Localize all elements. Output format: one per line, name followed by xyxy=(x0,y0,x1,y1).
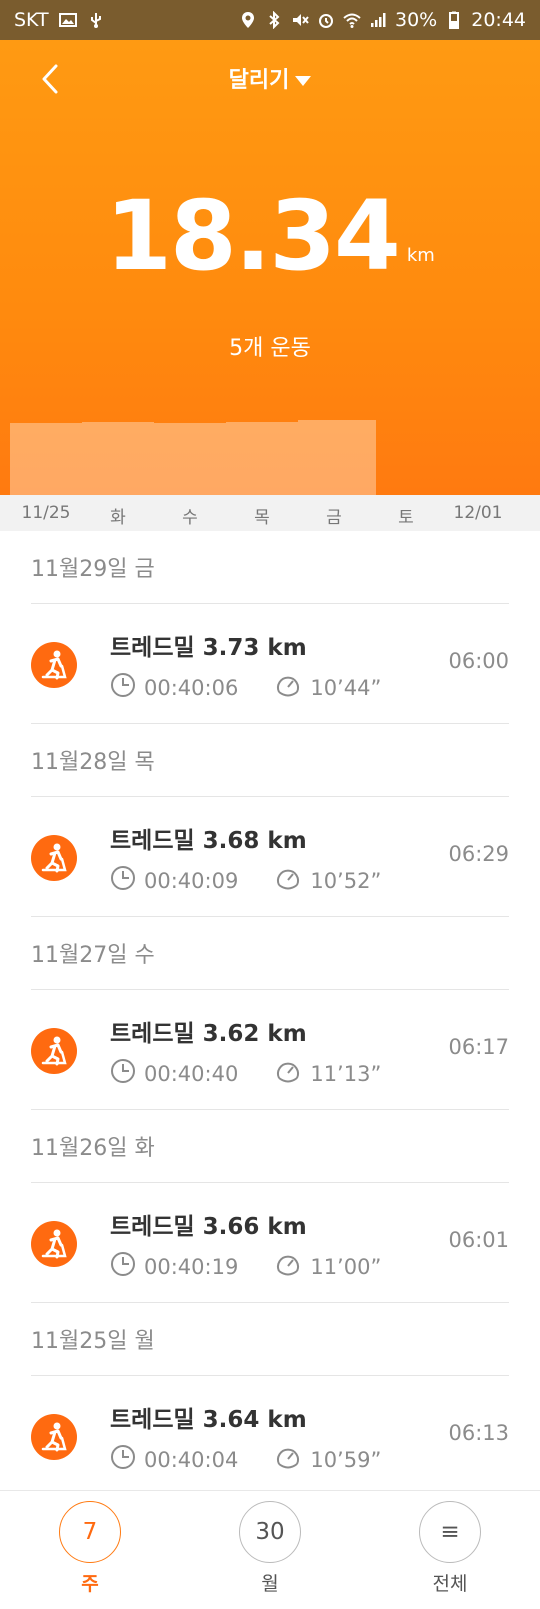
duration-value: 00:40:19 xyxy=(144,1254,239,1279)
battery-icon xyxy=(449,11,460,29)
clock-icon xyxy=(110,1444,136,1475)
start-time: 06:29 xyxy=(448,842,509,866)
pace-value: 11’13” xyxy=(310,1061,382,1086)
bluetooth-icon xyxy=(269,11,280,29)
day-date-label: 11월28일 목 xyxy=(31,750,155,775)
day-header: 11월25일 월 xyxy=(0,1303,540,1375)
pace-icon xyxy=(274,1444,302,1475)
summary-header: 달리기 18.34 km 5개 운동 xyxy=(0,40,540,535)
chart-x-axis: 11/25 화 수 목 금 토 12/01 xyxy=(0,495,540,531)
activity-title: 트레드밀 3.73 km xyxy=(110,635,307,661)
day-header: 11월29일 금 xyxy=(0,531,540,603)
clock-icon xyxy=(110,865,136,896)
caret-down-icon xyxy=(295,76,312,86)
x-tick-label: 12/01 xyxy=(453,503,503,523)
alarm-icon xyxy=(319,14,333,28)
pace-value: 10’59” xyxy=(310,1447,382,1472)
duration-value: 00:40:06 xyxy=(144,675,239,700)
workout-count: 5개 운동 xyxy=(229,336,311,361)
clock: 20:44 xyxy=(471,9,526,31)
mute-icon xyxy=(293,14,309,26)
day-date-label: 11월27일 수 xyxy=(31,943,155,968)
status-bar: SKT 30% 20:44 xyxy=(0,0,540,40)
day-date-label: 11월29일 금 xyxy=(31,557,155,582)
clock-icon xyxy=(110,672,136,703)
activity-meta: 00:40:40 11’13” xyxy=(110,1058,381,1089)
tab-week[interactable]: 7 주 xyxy=(45,1501,135,1596)
treadmill-icon xyxy=(31,835,77,881)
treadmill-icon xyxy=(31,1414,77,1460)
pace-value: 10’52” xyxy=(310,868,382,893)
treadmill-icon xyxy=(31,642,77,688)
activity-meta: 00:40:04 10’59” xyxy=(110,1444,381,1475)
day-date-label: 11월26일 화 xyxy=(31,1136,155,1161)
x-tick-label: 토 xyxy=(398,508,414,528)
activity-item[interactable]: 트레드밀 3.62 km 00:40:40 11’13” 06:17 xyxy=(0,990,540,1109)
pace-icon xyxy=(274,672,302,703)
tab-all[interactable]: ≡ 전체 xyxy=(405,1501,495,1596)
tab-month[interactable]: 30 월 xyxy=(225,1501,315,1596)
day-header: 11월27일 수 xyxy=(0,917,540,989)
clock-icon xyxy=(110,1251,136,1282)
location-icon xyxy=(242,12,254,28)
activity-title: 트레드밀 3.62 km xyxy=(110,1021,307,1047)
day-header: 11월28일 목 xyxy=(0,724,540,796)
activity-meta: 00:40:19 11’00” xyxy=(110,1251,381,1282)
bottom-nav: 7 주 30 월 ≡ 전체 xyxy=(0,1490,540,1609)
activity-item[interactable]: 트레드밀 3.64 km 00:40:04 10’59” 06:13 xyxy=(0,1376,540,1495)
activity-item[interactable]: 트레드밀 3.73 km 00:40:06 10’44” 06:00 xyxy=(0,604,540,723)
duration-value: 00:40:09 xyxy=(144,868,239,893)
wifi-icon xyxy=(343,13,361,28)
activity-item[interactable]: 트레드밀 3.68 km 00:40:09 10’52” 06:29 xyxy=(0,797,540,916)
activity-type-selector[interactable]: 달리기 xyxy=(0,62,540,94)
gallery-notification-icon xyxy=(58,13,77,27)
total-distance-value: 18.34 xyxy=(105,180,401,292)
start-time: 06:01 xyxy=(448,1228,509,1252)
activity-title: 트레드밀 3.66 km xyxy=(110,1214,307,1240)
duration-value: 00:40:40 xyxy=(144,1061,239,1086)
usb-icon xyxy=(90,13,101,28)
carrier-label: SKT xyxy=(14,9,49,31)
day-date-label: 11월25일 월 xyxy=(31,1329,155,1354)
x-tick-label: 수 xyxy=(182,508,198,528)
pace-value: 10’44” xyxy=(310,675,382,700)
treadmill-icon xyxy=(31,1221,77,1267)
pace-value: 11’00” xyxy=(310,1254,382,1279)
tab-week-label: 주 xyxy=(81,1573,99,1595)
activity-type-label: 달리기 xyxy=(228,68,290,93)
day-header: 11월26일 화 xyxy=(0,1110,540,1182)
activity-meta: 00:40:06 10’44” xyxy=(110,672,381,703)
clock-icon xyxy=(110,1058,136,1089)
total-distance-unit: km xyxy=(406,245,435,266)
activity-title: 트레드밀 3.68 km xyxy=(110,828,307,854)
activity-item[interactable]: 트레드밀 3.66 km 00:40:19 11’00” 06:01 xyxy=(0,1183,540,1302)
activity-list: 11월29일 금트레드밀 3.73 km 00:40:06 10’44” 06:00 1… xyxy=(0,531,540,1496)
x-tick-label: 금 xyxy=(326,508,342,528)
activity-meta: 00:40:09 10’52” xyxy=(110,865,381,896)
treadmill-icon xyxy=(31,1028,77,1074)
start-time: 06:17 xyxy=(448,1035,509,1059)
activity-title: 트레드밀 3.64 km xyxy=(110,1407,307,1433)
x-tick-label: 화 xyxy=(110,508,126,528)
duration-value: 00:40:04 xyxy=(144,1447,239,1472)
signal-icon xyxy=(371,13,386,27)
x-tick-label: 11/25 xyxy=(21,503,71,523)
total-distance: 18.34 km xyxy=(0,180,540,292)
tab-all-label: 전체 xyxy=(432,1573,468,1595)
tab-week-icon: 7 xyxy=(59,1501,121,1563)
pace-icon xyxy=(274,865,302,896)
tab-month-icon: 30 xyxy=(239,1501,301,1563)
x-tick-label: 목 xyxy=(254,508,270,528)
pace-icon xyxy=(274,1251,302,1282)
battery-percent: 30% xyxy=(395,9,438,31)
pace-icon xyxy=(274,1058,302,1089)
tab-all-icon: ≡ xyxy=(419,1501,481,1563)
tab-month-label: 월 xyxy=(261,1573,279,1595)
start-time: 06:13 xyxy=(448,1421,509,1445)
start-time: 06:00 xyxy=(448,649,509,673)
